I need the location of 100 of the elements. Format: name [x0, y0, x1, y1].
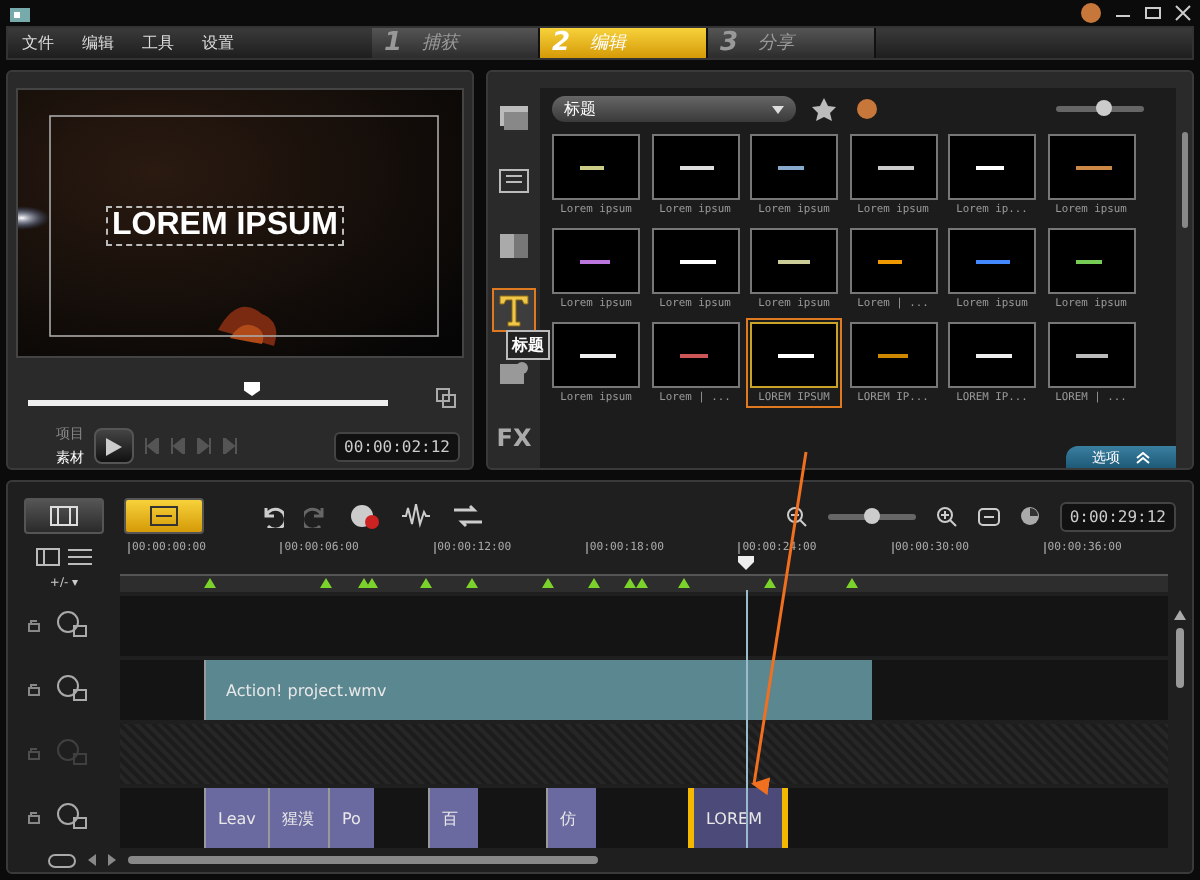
- title-preview-icon: [675, 163, 715, 171]
- chapter-marker[interactable]: [320, 578, 332, 588]
- menu-item[interactable]: 工具: [128, 28, 188, 58]
- title-preview-icon: [774, 351, 814, 359]
- list-icon: [68, 547, 92, 565]
- title-clip[interactable]: 仿: [546, 788, 596, 848]
- close-button[interactable]: [1174, 4, 1192, 22]
- zoom-out-icon: [785, 505, 808, 527]
- film-reel-icon: [56, 738, 88, 766]
- clock-icon: [1019, 506, 1040, 526]
- zoom-out-button[interactable]: [785, 505, 808, 527]
- chapter-marker[interactable]: [588, 578, 600, 588]
- badge-icon: [1080, 2, 1102, 24]
- timecode-field[interactable]: 00:00:02:12: [334, 431, 460, 461]
- waveform-icon: [400, 504, 432, 528]
- skip-end-icon: [222, 438, 238, 454]
- app-logo-icon: [8, 3, 32, 23]
- title-preview-icon: [1071, 351, 1111, 359]
- scroll-right-icon: [108, 854, 116, 866]
- title-overlay-text[interactable]: LOREM IPSUM: [106, 206, 344, 246]
- zoom-in-button[interactable]: [935, 505, 958, 527]
- scroll-up-icon: [1174, 610, 1186, 620]
- zoom-slider[interactable]: [827, 513, 916, 519]
- chapter-marker[interactable]: [366, 578, 378, 588]
- double-chevron-icon: [1136, 451, 1150, 463]
- scrollbar-thumb[interactable]: [1181, 132, 1187, 228]
- auto-music-button[interactable]: [452, 504, 484, 528]
- chapter-marker[interactable]: [466, 578, 478, 588]
- film-reel-icon: [56, 802, 88, 830]
- audio-button[interactable]: [400, 504, 432, 528]
- size-slider[interactable]: [1056, 106, 1144, 112]
- step-number: 2: [552, 28, 571, 58]
- scrollbar-thumb[interactable]: [1176, 628, 1184, 688]
- film-strip-icon: [50, 506, 78, 526]
- add-favorite-button[interactable]: [812, 97, 840, 121]
- title-preview-icon: [1071, 163, 1111, 171]
- chapter-marker[interactable]: [624, 578, 636, 588]
- timeline-icon: [150, 506, 178, 526]
- copy-icon: [436, 388, 456, 408]
- media-icon: [496, 100, 532, 136]
- title-preview-icon: [774, 257, 814, 265]
- step-tab[interactable]: 1 捕获: [372, 28, 540, 58]
- play-button[interactable]: [94, 428, 134, 464]
- film-reel-icon: [56, 674, 88, 702]
- title-clip[interactable]: 猩漠: [268, 788, 328, 848]
- title-preview-icon: [972, 257, 1012, 265]
- step-forward-icon: [196, 438, 212, 454]
- play-icon: [106, 437, 122, 455]
- maximize-button[interactable]: [1144, 4, 1162, 22]
- storyboard-view-button[interactable]: [24, 498, 104, 534]
- horizontal-scrollbar-thumb[interactable]: [128, 856, 598, 864]
- record-button[interactable]: [348, 503, 380, 529]
- step-back-icon: [170, 438, 186, 454]
- title-preview-icon: [972, 351, 1012, 359]
- undo-icon: [260, 504, 284, 528]
- skip-start-button[interactable]: [144, 438, 160, 454]
- lock-icon: [28, 809, 40, 823]
- chapter-marker[interactable]: [846, 578, 858, 588]
- title-preview-icon: [576, 257, 616, 265]
- timeline-view-button[interactable]: [124, 498, 204, 534]
- fit-button[interactable]: [977, 507, 1000, 525]
- chapter-marker[interactable]: [204, 578, 216, 588]
- menu-item[interactable]: 文件: [8, 28, 68, 58]
- title-clip[interactable]: Po: [328, 788, 374, 848]
- download-button[interactable]: [856, 98, 878, 120]
- round-badge-icon: [856, 98, 878, 120]
- duration-field: 0:00:29:12: [1059, 501, 1176, 531]
- title-preview-icon: [576, 351, 616, 359]
- maximize-icon: [1144, 4, 1162, 22]
- film-reel-record-icon: [348, 503, 380, 529]
- chapter-marker[interactable]: [420, 578, 432, 588]
- category-dropdown[interactable]: 标题: [552, 96, 796, 122]
- filter-tab[interactable]: FX: [492, 416, 536, 460]
- playhead-marker[interactable]: [738, 556, 754, 570]
- redo-button[interactable]: [304, 504, 328, 528]
- title-clip[interactable]: 百: [428, 788, 478, 848]
- step-tab[interactable]: 3 分享: [708, 28, 876, 58]
- zoom-fit-icon: [48, 853, 76, 867]
- step-label: 捕获: [422, 31, 459, 56]
- title-preview-icon: [873, 163, 913, 171]
- title-clip[interactable]: Leav: [204, 788, 268, 848]
- chapter-marker[interactable]: [542, 578, 554, 588]
- scroll-left-icon: [88, 854, 96, 866]
- close-icon: [1174, 4, 1192, 22]
- menu-item[interactable]: 设置: [188, 28, 248, 58]
- lock-icon: [28, 745, 40, 759]
- chapter-marker[interactable]: [764, 578, 776, 588]
- slider-thumb[interactable]: [1096, 100, 1113, 116]
- lock-icon: [28, 681, 40, 695]
- chapter-marker[interactable]: [678, 578, 690, 588]
- arrows-icon: [452, 504, 484, 528]
- undo-button[interactable]: [260, 504, 284, 528]
- video-clip[interactable]: Action! project.wmv: [204, 660, 872, 720]
- title-preview-icon: [675, 257, 715, 265]
- chapter-marker[interactable]: [636, 578, 648, 588]
- star-plus-icon: [812, 97, 840, 121]
- slider-thumb[interactable]: [863, 507, 880, 523]
- scrubber-handle[interactable]: [244, 382, 260, 396]
- menu-item[interactable]: 编辑: [68, 28, 128, 58]
- film-reel-icon: [56, 610, 88, 638]
